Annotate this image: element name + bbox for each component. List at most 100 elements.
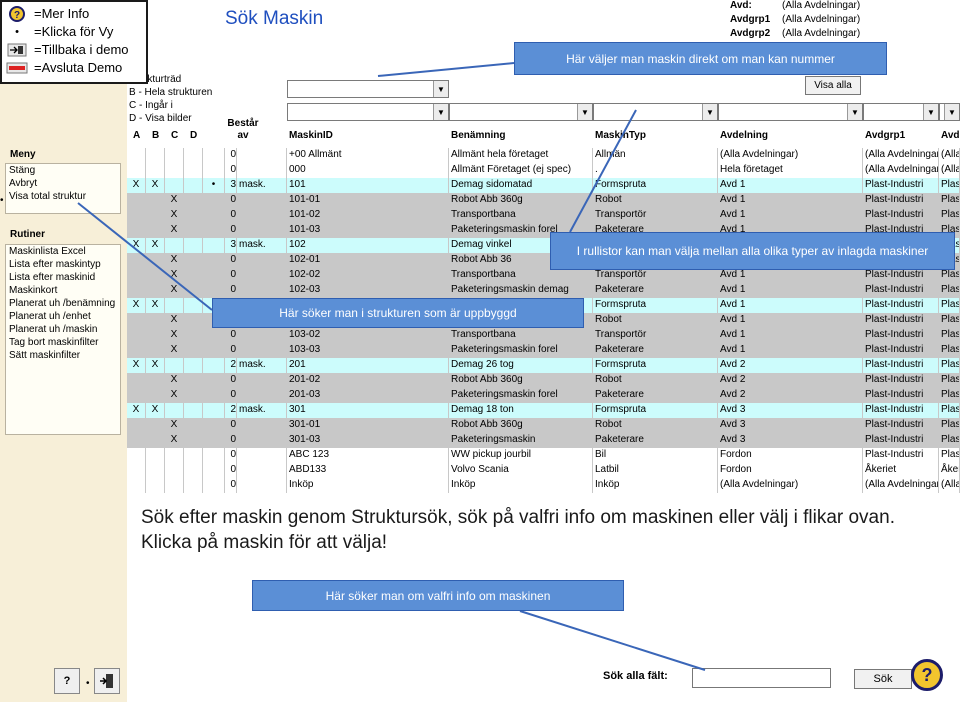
- cell-c: X: [165, 253, 184, 268]
- cell-b: X: [146, 238, 165, 253]
- benamning-filter[interactable]: ▼: [449, 103, 593, 121]
- cell-n: 3: [225, 178, 237, 193]
- visa-alla-button[interactable]: Visa alla: [805, 76, 861, 95]
- cell-typ: Formspruta: [593, 298, 718, 313]
- rutiner-item[interactable]: Planerat uh /benämning: [6, 297, 120, 310]
- exit-door-icon: [100, 674, 113, 688]
- table-row[interactable]: X 0 301-01 Robot Abb 360g Robot Avd 3 Plast-In…: [127, 418, 960, 433]
- cell-more: Plast: [939, 448, 960, 463]
- table-row[interactable]: X 0 102-02 Transportbana Transportör Avd 1 Pla…: [127, 268, 960, 283]
- table-row[interactable]: X X 2 mask. 201 Demag 26 tog Formspruta Avd 2 Pl…: [127, 358, 960, 373]
- cell-ben: WW pickup jourbil: [449, 448, 593, 463]
- menu-item[interactable]: Stäng: [6, 164, 120, 177]
- cell-mask: [237, 373, 287, 388]
- table-row[interactable]: X 0 301-03 Paketeringsmaskin Paketerare Avd 3…: [127, 433, 960, 448]
- help-button[interactable]: ?: [54, 668, 80, 694]
- table-row[interactable]: X 0 101-02 Transportbana Transportör Avd 1 Pla…: [127, 208, 960, 223]
- exit-button[interactable]: [94, 668, 120, 694]
- avdgrp1-filter[interactable]: ▼: [863, 103, 939, 121]
- rutiner-item[interactable]: Planerat uh /maskin: [6, 323, 120, 336]
- cell-mask: [237, 253, 287, 268]
- cell-grp: Plast-Industri: [863, 313, 939, 328]
- menu-item[interactable]: Visa total struktur: [6, 190, 120, 203]
- rutiner-item[interactable]: Lista efter maskinid: [6, 271, 120, 284]
- table-row[interactable]: X X 2 mask. 301 Demag 18 ton Formspruta Avd 3 Pl…: [127, 403, 960, 418]
- cell-more: Åkeri: [939, 463, 960, 478]
- table-row[interactable]: X 0 102-03 Paketeringsmaskin demag Paketerar…: [127, 283, 960, 298]
- cell-typ: Bil: [593, 448, 718, 463]
- maskinid-filter[interactable]: ▼: [287, 103, 449, 121]
- cell-id: 101-03: [287, 223, 449, 238]
- cell-n: 0: [225, 268, 237, 283]
- table-row[interactable]: 0 ABD133 Volvo Scania Latbil Fordon Åkeriet Åk…: [127, 463, 960, 478]
- avdelning-filter[interactable]: ▼: [718, 103, 863, 121]
- cursor-dot: •: [86, 678, 90, 689]
- menu-item[interactable]: Avbryt: [6, 177, 120, 190]
- cell-n: 3: [225, 238, 237, 253]
- cell-b: [146, 373, 165, 388]
- cell-n: 0: [225, 373, 237, 388]
- cell-d: [184, 178, 203, 193]
- svg-text:?: ?: [14, 10, 20, 21]
- cell-grp: Plast-Industri: [863, 373, 939, 388]
- cell-a: [127, 433, 146, 448]
- cell-n: 0: [225, 148, 237, 163]
- cell-dot: [203, 373, 225, 388]
- col-c[interactable]: C: [171, 130, 178, 141]
- search-input[interactable]: [692, 668, 831, 688]
- table-row[interactable]: X X • 3 mask. 101 Demag sidomatad Formspruta Avd…: [127, 178, 960, 193]
- col-b[interactable]: B: [152, 130, 159, 141]
- cell-a: [127, 343, 146, 358]
- cell-typ: Robot: [593, 193, 718, 208]
- col-a[interactable]: A: [133, 130, 140, 141]
- maskintyp-filter[interactable]: ▼: [593, 103, 718, 121]
- cell-typ: Formspruta: [593, 403, 718, 418]
- cell-grp: (Alla Avdelningar: [863, 148, 939, 163]
- cell-b: [146, 313, 165, 328]
- table-row[interactable]: X 0 201-02 Robot Abb 360g Robot Avd 2 Plast-In…: [127, 373, 960, 388]
- search-button[interactable]: Sök: [854, 669, 912, 689]
- cell-dot: [203, 223, 225, 238]
- table-row[interactable]: 0 000 Allmänt Företaget (ej spec). Hela för…: [127, 163, 960, 178]
- table-row[interactable]: 0 Inköp Inköp Inköp (Alla Avdelningar) (Alla …: [127, 478, 960, 493]
- cell-grp: Plast-Industri: [863, 208, 939, 223]
- col-d[interactable]: D: [190, 130, 197, 141]
- cell-ben: Paketeringsmaskin demag: [449, 283, 593, 298]
- callout-valfri: Här söker man om valfri info om maskinen: [252, 580, 624, 611]
- table-row[interactable]: X 0 103-03 Paketeringsmaskin forel Paketerar…: [127, 343, 960, 358]
- rutiner-item[interactable]: Tag bort maskinfilter: [6, 336, 120, 349]
- avd-more-filter[interactable]: ▼: [939, 103, 960, 121]
- cell-b: X: [146, 358, 165, 373]
- table-row[interactable]: X 0 201-03 Paketeringsmaskin forel Paketerar…: [127, 388, 960, 403]
- rutiner-item[interactable]: Maskinlista Excel: [6, 245, 120, 258]
- cell-b: [146, 148, 165, 163]
- table-row[interactable]: 0 ABC 123 WW pickup jourbil Bil Fordon Plast-…: [127, 448, 960, 463]
- cell-id: 101-01: [287, 193, 449, 208]
- cell-avd: Avd 3: [718, 403, 863, 418]
- cell-b: X: [146, 178, 165, 193]
- table-row[interactable]: X 0 103-02 Transportbana Transportör Avd 1 Pla…: [127, 328, 960, 343]
- cell-d: [184, 268, 203, 283]
- cell-id: 201: [287, 358, 449, 373]
- cell-a: [127, 448, 146, 463]
- help-icon-large[interactable]: ?: [911, 659, 943, 691]
- table-row[interactable]: 0 +00 Allmänt Allmänt hela företaget Allmän…: [127, 148, 960, 163]
- cell-mask: [237, 343, 287, 358]
- chevron-down-icon: ▼: [433, 104, 448, 120]
- table-row[interactable]: X 0 101-01 Robot Abb 360g Robot Avd 1 Plast-In…: [127, 193, 960, 208]
- cell-grp: Plast-Industri: [863, 283, 939, 298]
- rutiner-item[interactable]: Planerat uh /enhet: [6, 310, 120, 323]
- cell-typ: Transportör: [593, 328, 718, 343]
- cell-c: X: [165, 388, 184, 403]
- rutiner-item[interactable]: Maskinkort: [6, 284, 120, 297]
- rutiner-item[interactable]: Sätt maskinfilter: [6, 349, 120, 362]
- cell-ben: Paketeringsmaskin: [449, 433, 593, 448]
- tree-select[interactable]: ▼: [287, 80, 449, 98]
- rutiner-item[interactable]: Lista efter maskintyp: [6, 258, 120, 271]
- cell-b: [146, 388, 165, 403]
- cell-grp: Åkeriet: [863, 463, 939, 478]
- avdgrp2-value: (Alla Avdelningar): [782, 28, 861, 39]
- chevron-down-icon: ▼: [702, 104, 717, 120]
- cell-n: 0: [225, 328, 237, 343]
- col-avd-more: Avd: [941, 130, 960, 141]
